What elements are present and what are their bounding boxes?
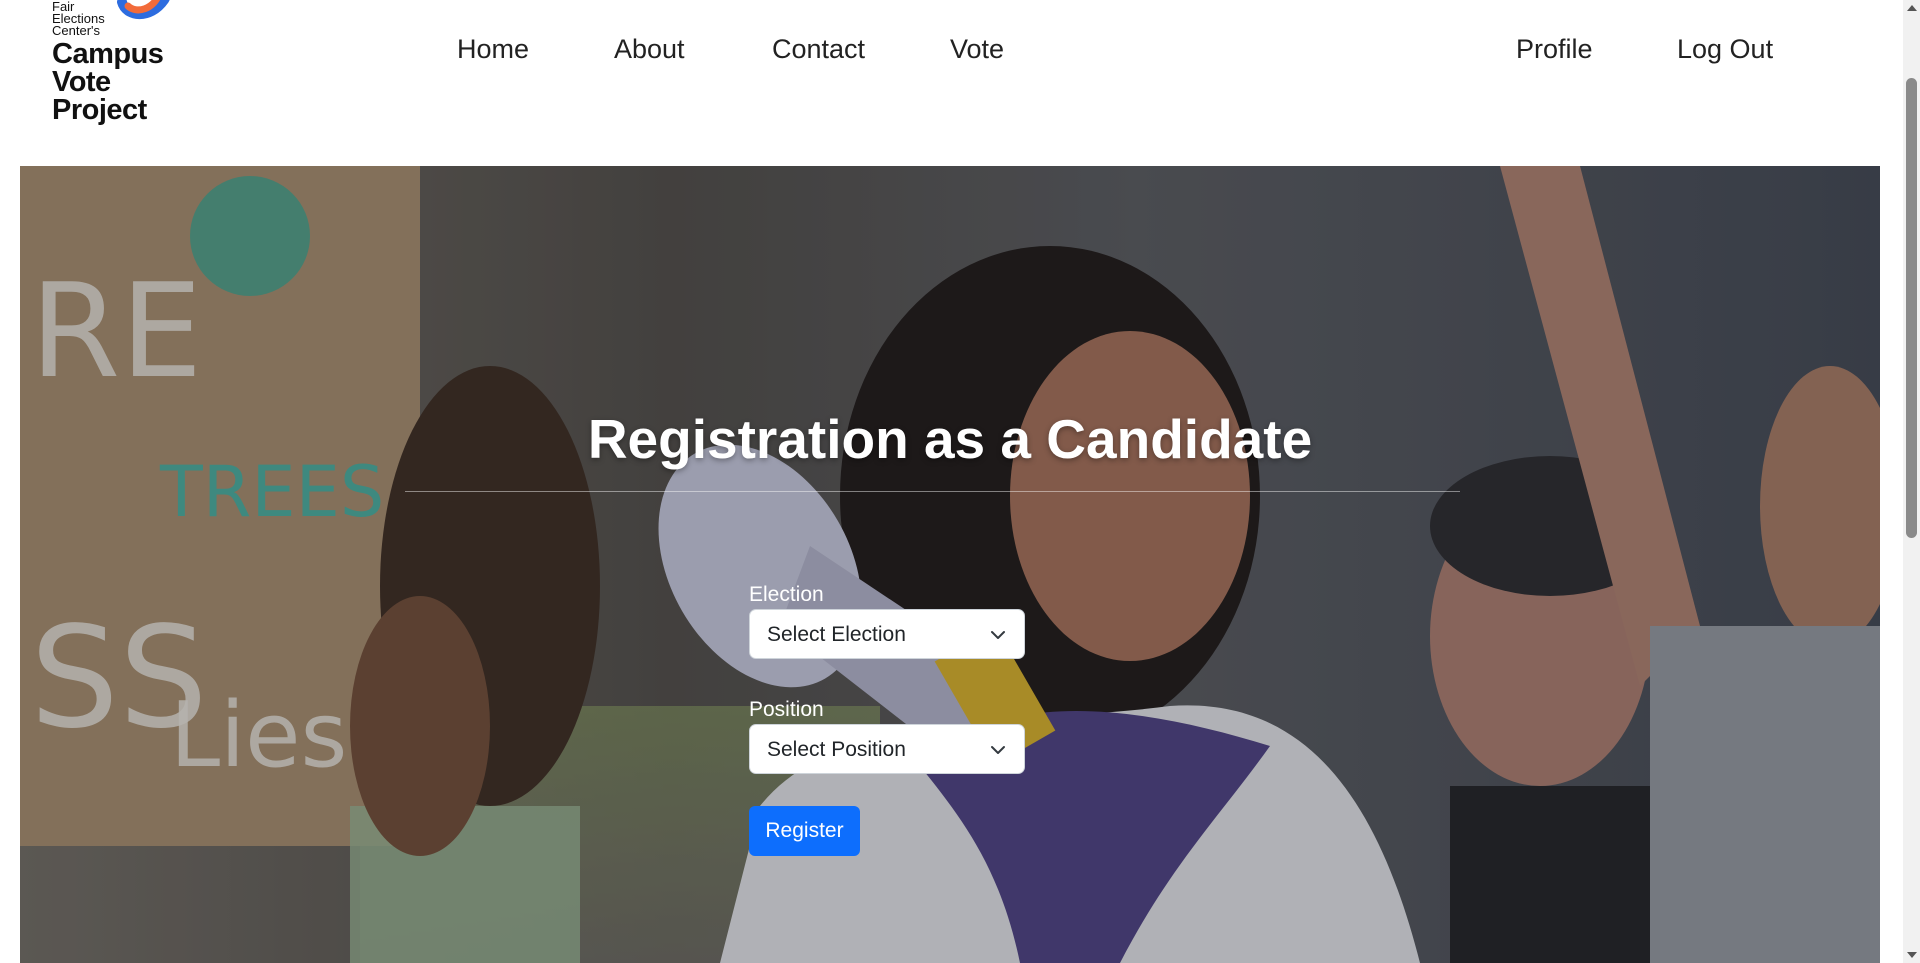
chevron-down-icon (991, 746, 1005, 754)
page-scrollbar[interactable] (1903, 0, 1920, 963)
register-button[interactable]: Register (749, 806, 860, 856)
scroll-up-arrow-icon[interactable] (1907, 5, 1917, 11)
position-label: Position (749, 698, 824, 721)
nav-contact-link[interactable]: Contact (772, 32, 865, 66)
nav-home-link[interactable]: Home (457, 32, 529, 66)
logo-mark-icon (117, 0, 170, 20)
hero-dark-overlay (20, 166, 1880, 963)
position-select[interactable]: Select Position (749, 724, 1025, 774)
scrollbar-thumb[interactable] (1906, 78, 1917, 538)
position-select-value: Select Position (767, 738, 906, 761)
election-select-value: Select Election (767, 623, 906, 646)
title-divider (405, 491, 1460, 492)
logo-text-vote: Vote (52, 66, 111, 98)
logo-text-center: Center's (52, 23, 101, 38)
nav-vote-link[interactable]: Vote (950, 32, 1004, 66)
nav-about-link[interactable]: About (614, 32, 685, 66)
site-logo[interactable]: Fair Elections Center's Campus Vote Proj… (52, 0, 192, 130)
page-title: Registration as a Candidate (587, 408, 1313, 470)
hero-section: RE TREES SS Lies (20, 166, 1880, 963)
nav-logout-link[interactable]: Log Out (1677, 32, 1773, 66)
nav-profile-link[interactable]: Profile (1516, 32, 1593, 66)
logo-text-project: Project (52, 94, 147, 126)
chevron-down-icon (991, 631, 1005, 639)
scroll-down-arrow-icon[interactable] (1907, 952, 1917, 958)
election-select[interactable]: Select Election (749, 609, 1025, 659)
logo-text-campus: Campus (52, 38, 164, 70)
election-label: Election (749, 583, 824, 606)
